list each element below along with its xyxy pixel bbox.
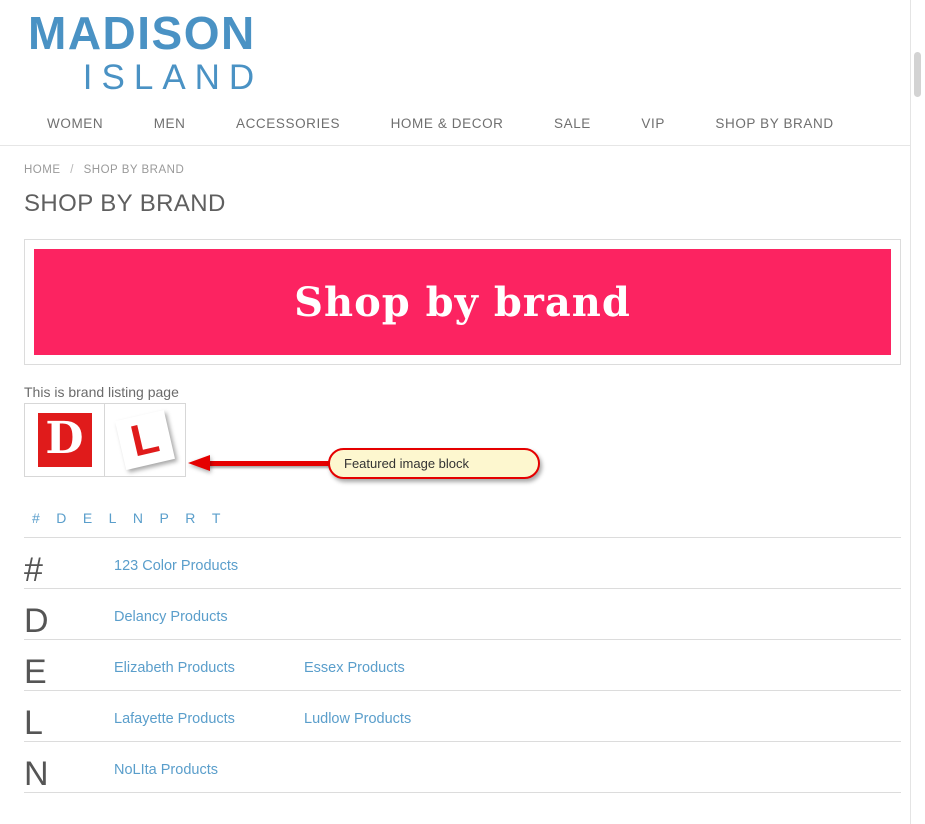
page-title: SHOP BY BRAND (24, 190, 226, 217)
brand-thumbnail-l[interactable]: L (105, 403, 186, 477)
banner-text: Shop by brand (294, 278, 631, 326)
breadcrumb-current: SHOP BY BRAND (83, 164, 185, 176)
table-row: L Lafayette Products Ludlow Products (24, 691, 901, 742)
callout-text: Featured image block (344, 456, 470, 471)
annotation-callout: Featured image block (188, 448, 540, 484)
breadcrumb: HOME / SHOP BY BRAND (0, 146, 925, 176)
nav-item-men[interactable]: MEN (154, 116, 186, 131)
brand-link-group: 123 Color Products (114, 558, 304, 588)
callout-arrow-icon (188, 455, 210, 471)
brand-list: # 123 Color Products D Delancy Products … (24, 538, 901, 793)
brand-group-letter: # (24, 551, 43, 589)
table-row: # 123 Color Products (24, 538, 901, 589)
alpha-index-e[interactable]: E (83, 510, 92, 526)
nav-item-sale[interactable]: SALE (554, 116, 591, 131)
brand-group-letter: N (24, 755, 49, 793)
brand-thumbnail-d[interactable]: D (24, 403, 105, 477)
alpha-index-hash[interactable]: # (32, 510, 40, 526)
banner-frame: Shop by brand (24, 239, 901, 365)
brand-group-letter: E (24, 653, 47, 691)
nav-item-women[interactable]: WOMEN (47, 116, 103, 131)
breadcrumb-home-link[interactable]: HOME (24, 164, 61, 176)
scrollbar-thumb[interactable] (914, 52, 921, 97)
brand-link[interactable]: 123 Color Products (114, 558, 304, 574)
brand-link[interactable]: NoLIta Products (114, 762, 304, 778)
site-header: MADISON ISLAND (0, 0, 925, 95)
alpha-index-t[interactable]: T (212, 510, 221, 526)
main-navigation: WOMEN MEN ACCESSORIES HOME & DECOR SALE … (0, 115, 925, 146)
breadcrumb-separator: / (70, 164, 74, 176)
brand-group-letter: L (24, 704, 43, 742)
brand-link-group: Delancy Products (114, 609, 304, 639)
alpha-index-l[interactable]: L (109, 510, 117, 526)
alphabet-index: # D E L N P R T (24, 510, 901, 538)
brand-link[interactable]: Lafayette Products (114, 711, 304, 727)
brand-link[interactable]: Elizabeth Products (114, 660, 304, 676)
logo-primary-text: MADISON (28, 7, 256, 59)
nav-item-shop-by-brand[interactable]: SHOP BY BRAND (715, 116, 833, 131)
nav-item-home-decor[interactable]: HOME & DECOR (391, 116, 504, 131)
brand-link[interactable]: Ludlow Products (304, 711, 494, 727)
page-root: MADISON ISLAND WOMEN MEN ACCESSORIES HOM… (0, 0, 925, 824)
brand-group-letter: D (24, 602, 49, 640)
brand-banner[interactable]: Shop by brand (34, 249, 891, 355)
brand-link-group: NoLIta Products (114, 762, 304, 792)
vertical-scrollbar[interactable] (910, 0, 925, 824)
brand-link-group: Lafayette Products Ludlow Products (114, 711, 494, 741)
table-row: N NoLIta Products (24, 742, 901, 793)
brand-link-group: Elizabeth Products Essex Products (114, 660, 494, 690)
table-row: D Delancy Products (24, 589, 901, 640)
brand-link[interactable]: Delancy Products (114, 609, 304, 625)
callout-box: Featured image block (328, 448, 540, 479)
alpha-index-d[interactable]: D (56, 510, 66, 526)
table-row: E Elizabeth Products Essex Products (24, 640, 901, 691)
brand-logo-l-icon: L (115, 410, 175, 470)
brand-link[interactable]: Essex Products (304, 660, 494, 676)
alpha-index-r[interactable]: R (185, 510, 195, 526)
alpha-index-n[interactable]: N (133, 510, 143, 526)
featured-caption: This is brand listing page (24, 384, 179, 400)
logo-secondary-text: ISLAND (82, 58, 264, 97)
alpha-index-p[interactable]: P (159, 510, 168, 526)
brand-logo-d-icon: D (37, 413, 92, 467)
nav-item-vip[interactable]: VIP (641, 116, 665, 131)
nav-item-accessories[interactable]: ACCESSORIES (236, 116, 340, 131)
site-logo[interactable]: MADISON ISLAND (0, 10, 925, 95)
